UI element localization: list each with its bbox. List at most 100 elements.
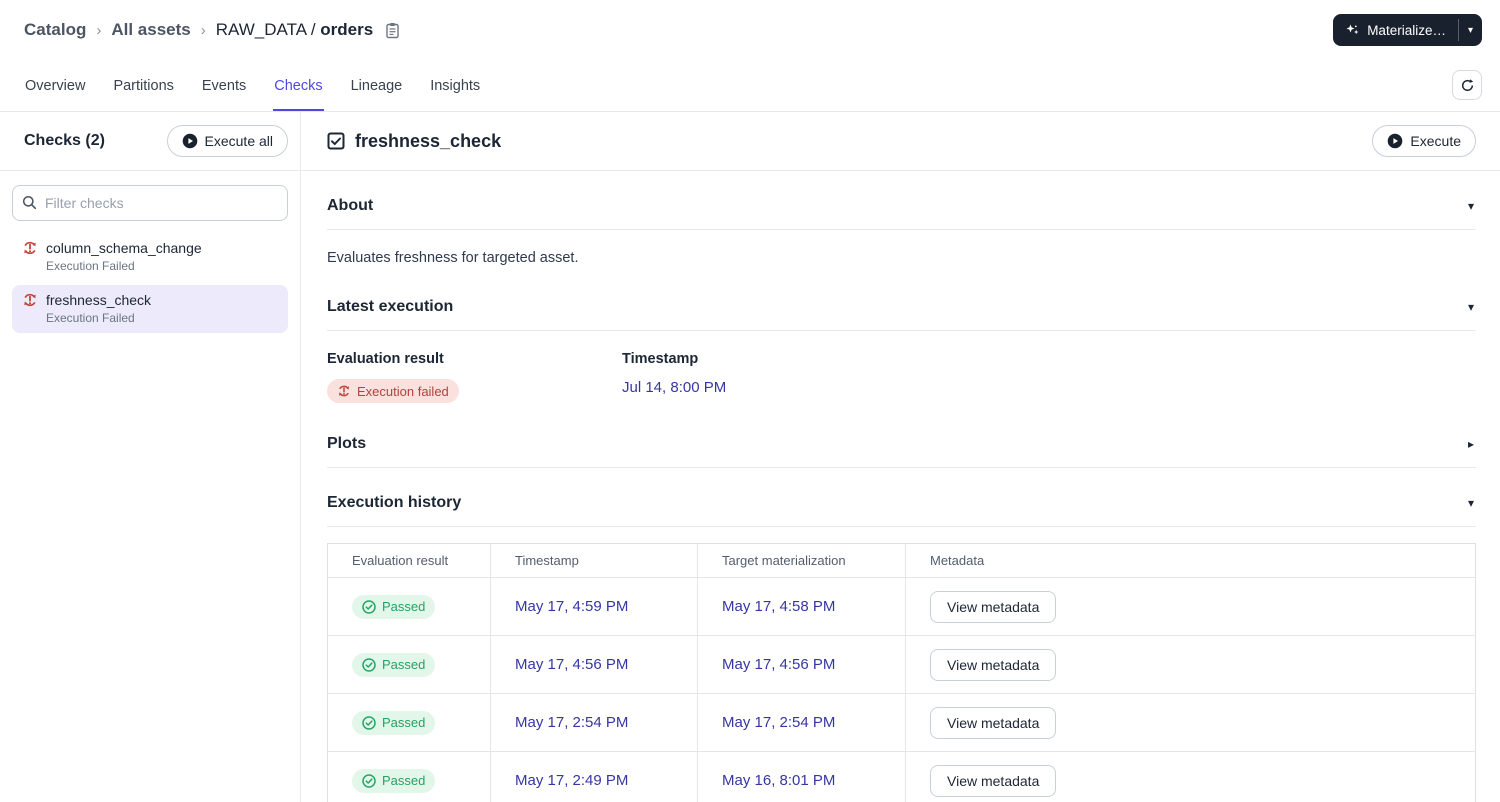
check-item-column-schema-change[interactable]: column_schema_change Execution Failed	[12, 233, 288, 281]
plots-heading: Plots	[327, 435, 367, 452]
page-title: freshness_check	[355, 130, 502, 151]
checkbox-checked-icon	[327, 132, 345, 150]
filter-checks-input[interactable]	[12, 185, 288, 221]
checks-sidebar: Checks (2) Execute all Filter checks col…	[0, 112, 301, 802]
execute-all-button[interactable]: Execute all	[166, 125, 288, 157]
materialize-label: Materialize…	[1367, 22, 1446, 38]
latest-execution-section-header[interactable]: Latest execution ▾	[327, 272, 1476, 331]
view-metadata-button[interactable]: View metadata	[930, 648, 1057, 681]
caret-down-icon: ▾	[1467, 24, 1473, 36]
filter-wrap	[12, 185, 288, 221]
check-failed-icon	[24, 241, 36, 255]
top-bar: Catalog › All assets › RAW_DATA / orders	[0, 0, 1500, 60]
view-metadata-button[interactable]: View metadata	[930, 590, 1057, 623]
latest-execution-heading: Latest execution	[327, 298, 454, 315]
check-failed-icon	[24, 293, 36, 307]
execution-failed-label: Execution failed	[357, 383, 449, 399]
check-circle-icon	[362, 773, 376, 788]
breadcrumb-all-assets[interactable]: All assets	[111, 20, 190, 40]
target-materialization-link[interactable]: May 17, 4:58 PM	[722, 598, 835, 615]
content-area: Checks (2) Execute all Filter checks col…	[0, 112, 1500, 802]
timestamp-label: Timestamp	[622, 351, 699, 367]
passed-label: Passed	[382, 599, 426, 614]
check-circle-icon	[362, 599, 376, 614]
play-circle-icon	[182, 133, 197, 149]
copy-icon[interactable]	[385, 22, 400, 39]
passed-badge: Passed	[352, 652, 436, 677]
materialize-dropdown-button[interactable]: ▾	[1459, 14, 1482, 46]
tab-lineage[interactable]: Lineage	[350, 78, 404, 111]
sparkle-icon	[1345, 23, 1360, 38]
check-item-freshness-check[interactable]: freshness_check Execution Failed	[12, 285, 288, 333]
caret-down-icon: ▾	[1467, 300, 1474, 314]
passed-label: Passed	[382, 773, 426, 788]
evaluation-result-label: Evaluation result	[327, 351, 444, 367]
execution-failed-badge: Execution failed	[327, 379, 459, 403]
caret-right-icon: ▸	[1467, 437, 1474, 451]
check-status: Execution Failed	[46, 259, 135, 273]
target-materialization-link[interactable]: May 16, 8:01 PM	[722, 772, 835, 789]
tab-overview[interactable]: Overview	[24, 78, 86, 111]
plots-section-header[interactable]: Plots ▸	[327, 409, 1476, 468]
column-header-timestamp: Timestamp	[490, 543, 698, 578]
chevron-right-icon: ›	[200, 21, 206, 39]
execute-all-label: Execute all	[204, 133, 273, 149]
check-detail-header: freshness_check Execute	[301, 112, 1500, 171]
refresh-icon	[1461, 78, 1473, 91]
passed-badge: Passed	[352, 594, 436, 619]
about-description: Evaluates freshness for targeted asset.	[327, 250, 579, 266]
table-row: Passed May 17, 2:49 PM May 16, 8:01 PM V…	[327, 751, 1476, 802]
view-metadata-button[interactable]: View metadata	[930, 764, 1057, 797]
column-header-target: Target materialization	[697, 543, 906, 578]
search-icon	[22, 195, 37, 210]
caret-down-icon: ▾	[1467, 496, 1474, 510]
check-name: column_schema_change	[46, 240, 202, 256]
table-row: Passed May 17, 2:54 PM May 17, 2:54 PM V…	[327, 693, 1476, 752]
checks-count-title: Checks (2)	[24, 132, 105, 149]
breadcrumb-asset: RAW_DATA / orders	[216, 20, 373, 40]
passed-badge: Passed	[352, 768, 436, 793]
target-materialization-link[interactable]: May 17, 2:54 PM	[722, 714, 835, 731]
table-header-row: Evaluation result Timestamp Target mater…	[327, 543, 1476, 578]
latest-execution-content: Evaluation result Execution failed Times…	[327, 331, 1476, 409]
refresh-button[interactable]	[1452, 70, 1482, 100]
view-metadata-button[interactable]: View metadata	[930, 706, 1057, 739]
timestamp-link[interactable]: May 17, 4:59 PM	[515, 598, 628, 615]
tab-insights[interactable]: Insights	[429, 78, 481, 111]
passed-label: Passed	[382, 657, 426, 672]
asset-group-label: RAW_DATA /	[215, 20, 316, 39]
check-list: column_schema_change Execution Failed fr…	[0, 231, 300, 335]
materialize-button[interactable]: Materialize…	[1333, 14, 1458, 46]
tab-events[interactable]: Events	[201, 78, 247, 111]
tab-bar: Overview Partitions Events Checks Lineag…	[0, 60, 1500, 112]
timestamp-link[interactable]: May 17, 2:54 PM	[515, 714, 628, 731]
check-name: freshness_check	[46, 292, 152, 308]
sidebar-header: Checks (2) Execute all	[0, 112, 300, 171]
execution-history-heading: Execution history	[327, 494, 462, 511]
latest-timestamp-link[interactable]: Jul 14, 8:00 PM	[622, 379, 726, 396]
timestamp-link[interactable]: May 17, 2:49 PM	[515, 772, 628, 789]
check-detail-body: About ▾ Evaluates freshness for targeted…	[301, 171, 1500, 802]
tab-partitions[interactable]: Partitions	[112, 78, 174, 111]
check-circle-icon	[362, 657, 376, 672]
asset-name-label: orders	[320, 20, 374, 39]
tab-checks[interactable]: Checks	[273, 78, 324, 111]
passed-label: Passed	[382, 715, 426, 730]
column-header-result: Evaluation result	[327, 543, 491, 578]
evaluation-result-field: Evaluation result Execution failed	[327, 351, 622, 403]
play-circle-icon	[1388, 133, 1403, 149]
execute-label: Execute	[1410, 133, 1461, 149]
execute-button[interactable]: Execute	[1372, 125, 1476, 157]
about-section-header[interactable]: About ▾	[327, 171, 1476, 230]
execution-history-section-header[interactable]: Execution history ▾	[327, 468, 1476, 527]
target-materialization-link[interactable]: May 17, 4:56 PM	[722, 656, 835, 673]
chevron-right-icon: ›	[96, 21, 102, 39]
breadcrumb-catalog[interactable]: Catalog	[24, 20, 86, 40]
table-row: Passed May 17, 4:59 PM May 17, 4:58 PM V…	[327, 577, 1476, 636]
caret-down-icon: ▾	[1467, 199, 1474, 213]
check-circle-icon	[362, 715, 376, 730]
materialize-split-button: Materialize… ▾	[1333, 14, 1482, 46]
breadcrumb: Catalog › All assets › RAW_DATA / orders	[24, 20, 400, 40]
timestamp-link[interactable]: May 17, 4:56 PM	[515, 656, 628, 673]
check-status: Execution Failed	[46, 311, 135, 325]
